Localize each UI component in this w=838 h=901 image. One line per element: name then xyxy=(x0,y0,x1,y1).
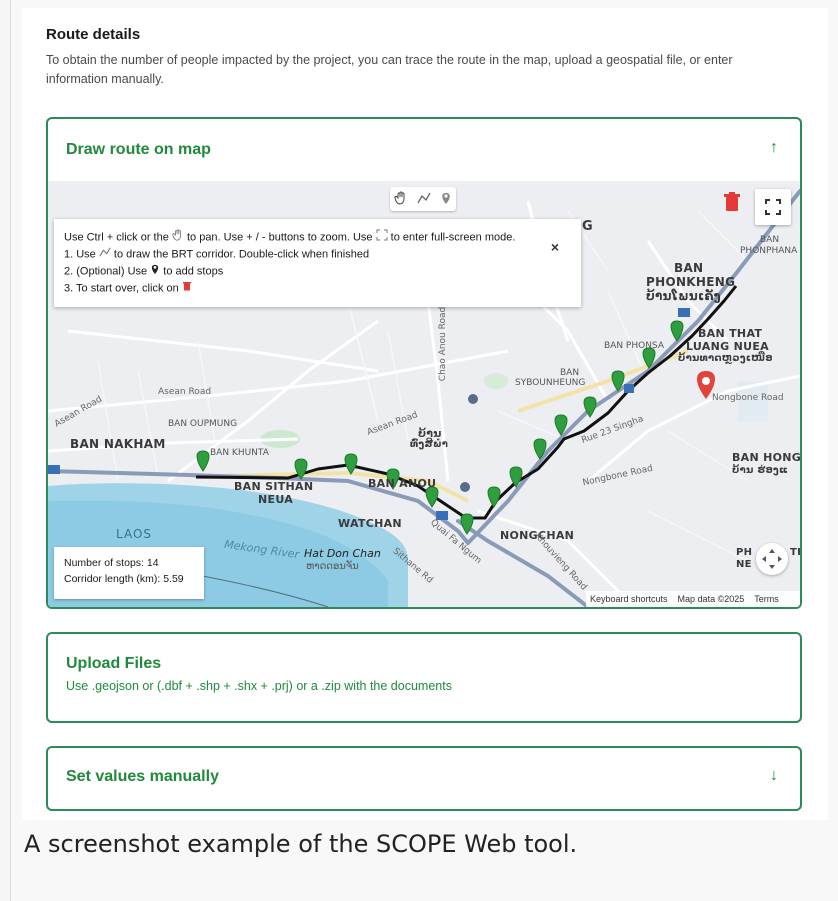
route-stats-box: Number of stops: 14 Corridor length (km)… xyxy=(54,547,204,599)
map-label: BAN THAT xyxy=(698,327,763,340)
pan-hand-icon xyxy=(172,229,184,246)
route-details-title: Route details xyxy=(46,26,141,43)
map-data-credit: Map data ©2025 xyxy=(677,594,745,604)
route-details-description: To obtain the number of people impacted … xyxy=(46,53,733,86)
map-label: ທົ່ງສີພຳ xyxy=(410,439,449,450)
map-label: BAN NAKHAM xyxy=(70,437,166,451)
map-label: ບ້ານໂພນເຄັງ xyxy=(646,289,721,303)
map-label: PH xyxy=(736,547,753,558)
help-instructions-panel: × Use Ctrl + click or the to pan. Use + … xyxy=(54,219,581,307)
trash-icon xyxy=(182,280,192,297)
map-label: BAN ANOU xyxy=(368,477,437,490)
draw-line-icon xyxy=(99,246,111,263)
map-label: BAN HONGK xyxy=(732,451,800,464)
map-label: BAN SITHAN xyxy=(234,480,314,493)
map-label: TH xyxy=(790,547,800,558)
map-label: Hat Don Chan xyxy=(304,547,381,560)
drawing-toolbar xyxy=(390,187,456,211)
upload-files-title: Upload Files xyxy=(66,655,162,672)
map-label: PHONKHENG xyxy=(646,275,736,289)
map-label: WATCHAN xyxy=(338,517,402,530)
map-label: SYBOUNHEUNG xyxy=(515,378,586,388)
map-label: BAN OUPMUNG xyxy=(168,419,238,429)
fullscreen-button[interactable] xyxy=(755,189,791,225)
map-label: NE xyxy=(736,559,752,570)
add-stop-marker-icon[interactable] xyxy=(440,191,452,208)
camera-control-icon[interactable] xyxy=(756,543,788,575)
map-label: LAOS xyxy=(116,527,153,541)
map-label: ບ້ານທາດຫຼວງເໜືອ xyxy=(678,353,773,364)
map-attribution: Keyboard shortcuts Map data ©2025 Terms xyxy=(586,591,800,607)
trash-icon[interactable] xyxy=(722,191,742,213)
upload-files-subtitle: Use .geojson or (.dbf + .shp + .shx + .p… xyxy=(66,679,452,693)
map-label: G xyxy=(582,219,593,234)
marker-icon xyxy=(150,263,160,280)
draw-line-icon[interactable] xyxy=(417,191,431,208)
map-label: BAN KHUNTA xyxy=(210,448,269,458)
set-values-manually-accordion[interactable]: Set values manually ↓ xyxy=(46,746,802,811)
collapse-arrow-icon[interactable]: ↑ xyxy=(770,139,778,157)
map-canvas[interactable]: BAN PHONKHENG ບ້ານໂພນເຄັງ BAN PHONPHANA … xyxy=(48,181,800,607)
help-line-4: 3. To start over, click on xyxy=(64,280,567,297)
fullscreen-icon xyxy=(376,229,388,246)
set-values-title: Set values manually xyxy=(66,768,219,785)
help-line-2: 1. Use to draw the BRT corridor. Double-… xyxy=(64,246,567,263)
map-label: NEUA xyxy=(258,493,294,506)
draw-route-accordion: Draw route on map ↑ BAN PHONKHENG ບ້ານໂພ… xyxy=(46,117,802,609)
map-label: BAN xyxy=(560,368,580,378)
keyboard-shortcuts-link[interactable]: Keyboard shortcuts xyxy=(590,594,668,604)
map-label: Asean Road xyxy=(158,387,212,397)
corridor-length: Corridor length (km): 5.59 xyxy=(64,573,184,585)
figure-caption: A screenshot example of the SCOPE Web to… xyxy=(24,830,578,858)
terms-link[interactable]: Terms xyxy=(754,594,779,604)
upload-files-accordion[interactable]: Upload Files Use .geojson or (.dbf + .sh… xyxy=(46,632,802,723)
map-label: ຫາດດອນຈັນ xyxy=(306,561,359,572)
route-details-panel: Route details To obtain the number of pe… xyxy=(22,8,828,820)
map-label: BAN xyxy=(760,235,780,245)
draw-route-header[interactable]: Draw route on map xyxy=(66,141,211,159)
map-label: Chao Anou Road xyxy=(438,306,449,382)
map-label: PHONPHANA xyxy=(740,246,798,256)
pan-hand-icon[interactable] xyxy=(394,191,408,208)
map-label: BAN xyxy=(674,261,704,275)
fullscreen-icon xyxy=(765,199,781,215)
map-label: Nongbone Road xyxy=(712,393,784,403)
help-line-1: Use Ctrl + click or the to pan. Use + / … xyxy=(64,229,567,246)
expand-arrow-icon[interactable]: ↓ xyxy=(770,767,778,785)
stops-count: Number of stops: 14 xyxy=(64,557,159,569)
help-line-3: 2. (Optional) Use to add stops xyxy=(64,263,567,280)
map-label: BAN PHONSA xyxy=(604,341,664,351)
close-icon[interactable]: × xyxy=(551,239,559,255)
map-label: LUANG NUEA xyxy=(686,340,769,353)
map-label: ບ້ານ ຮ່ອງແ xyxy=(732,465,788,476)
